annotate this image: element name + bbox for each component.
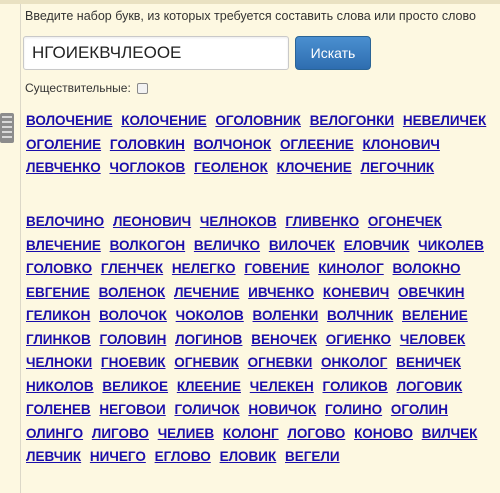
word-link[interactable]: ВЕЛЕНИЕ (402, 308, 468, 323)
letters-input[interactable] (23, 36, 289, 70)
word-list-long: ВОЛОЧЕНИЕ КОЛОЧЕНИЕ ОГОЛОВНИК ВЕЛОГОНКИ … (26, 109, 498, 180)
word-link[interactable]: НИЧЕГО (90, 449, 146, 464)
word-link[interactable]: ВИЛОЧЕК (269, 238, 335, 253)
binder-rings-icon (0, 113, 14, 143)
word-link[interactable]: КОНОВО (354, 426, 413, 441)
word-link[interactable]: ВОЛОКНО (393, 261, 461, 276)
word-link[interactable]: ВОЛЧНИК (327, 308, 393, 323)
word-link[interactable]: НЕЛЕГКО (172, 261, 236, 276)
word-link[interactable]: ВЕЛОЧИНО (26, 214, 104, 229)
word-link[interactable]: ЧОКОЛОВ (176, 308, 244, 323)
word-link[interactable]: ГОЛОВКО (26, 261, 92, 276)
word-link[interactable]: ЧЕЛИЕВ (158, 426, 214, 441)
word-link[interactable]: ОГОЛЕНИЕ (26, 137, 101, 152)
word-link[interactable]: ОГОЛИН (391, 402, 448, 417)
word-link[interactable]: ЛОГОВО (287, 426, 345, 441)
word-link[interactable]: НЕВЕЛИЧЕК (403, 113, 486, 128)
word-link[interactable]: ЧЕЛНОКОВ (200, 214, 277, 229)
word-link[interactable]: ЕЛОВЧИК (344, 238, 410, 253)
word-link[interactable]: КИНОЛОГ (318, 261, 383, 276)
word-link[interactable]: ВЛЕЧЕНИЕ (26, 238, 101, 253)
word-link[interactable]: ГЕОЛЕНОК (194, 160, 268, 175)
word-link[interactable]: ВОЛКОГОН (110, 238, 186, 253)
word-link[interactable]: НИКОЛОВ (26, 379, 94, 394)
word-link[interactable]: ЛЕЧЕНИЕ (174, 285, 239, 300)
word-link[interactable]: ГОЛОВКИН (110, 137, 185, 152)
word-link[interactable]: ГОЛИНО (325, 402, 382, 417)
word-link[interactable]: ЛЕВЧЕНКО (26, 160, 101, 175)
word-link[interactable]: ВЕЛИЧКО (194, 238, 260, 253)
word-link[interactable]: ГЛЕНЧЕК (101, 261, 163, 276)
word-link[interactable]: ЛОГИНОВ (175, 332, 242, 347)
word-link[interactable]: ЕВГЕНИЕ (26, 285, 90, 300)
word-link[interactable]: ГОЛИКОВ (323, 379, 388, 394)
word-link[interactable]: КЛОНОВИЧ (363, 137, 440, 152)
word-link[interactable]: ВОЛОЧОК (99, 308, 167, 323)
word-link[interactable]: ГЛИНКОВ (26, 332, 91, 347)
word-link[interactable]: ЕЛОВИК (220, 449, 277, 464)
word-link[interactable]: ВЕНИЧЕК (396, 355, 461, 370)
word-link[interactable]: ВОЛОЧЕНИЕ (26, 113, 113, 128)
word-link[interactable]: ЛЕОНОВИЧ (113, 214, 191, 229)
word-link[interactable]: НЕГОВОИ (99, 402, 165, 417)
search-button[interactable]: Искать (295, 36, 371, 70)
word-link[interactable]: КОЛОНГ (223, 426, 279, 441)
word-link[interactable]: ГОЛЕНЕВ (26, 402, 91, 417)
word-link[interactable]: ВОЛЧОНОК (194, 137, 272, 152)
word-link[interactable]: ВИЛЧЕК (422, 426, 478, 441)
word-link[interactable]: ВОЛЕНКИ (253, 308, 319, 323)
word-link[interactable]: КОЛОЧЕНИЕ (121, 113, 206, 128)
word-link[interactable]: ВЕГЕЛИ (285, 449, 340, 464)
word-link[interactable]: ОГОНЕЧЕК (368, 214, 442, 229)
top-bar (0, 0, 500, 4)
search-hint: Введите набор букв, из которых требуется… (25, 9, 476, 23)
word-link[interactable]: ВЕНОЧЕК (251, 332, 317, 347)
word-link[interactable]: ОГИЕНКО (326, 332, 391, 347)
word-link[interactable]: ИВЧЕНКО (248, 285, 314, 300)
word-link[interactable]: ОГНЕВКИ (248, 355, 313, 370)
word-link[interactable]: ГОЛОВИН (100, 332, 167, 347)
word-link[interactable]: ЛИГОВО (92, 426, 149, 441)
word-link[interactable]: ОГНЕВИК (174, 355, 239, 370)
word-link[interactable]: ЧЕЛНОКИ (26, 355, 92, 370)
word-link[interactable]: ОЛИНГО (26, 426, 83, 441)
word-link[interactable]: ГОЛИЧОК (175, 402, 240, 417)
word-link[interactable]: ЧЕЛОВЕК (400, 332, 465, 347)
word-link[interactable]: ЕГЛОВО (155, 449, 211, 464)
word-link[interactable]: НОВИЧОК (248, 402, 316, 417)
word-link[interactable]: ЛОГОВИК (397, 379, 463, 394)
word-link[interactable]: ГНОЕВИК (101, 355, 166, 370)
word-link[interactable]: ЛЕВЧИК (26, 449, 81, 464)
noun-filter-label: Существительные: (25, 81, 131, 95)
word-link[interactable]: КОНЕВИЧ (323, 285, 389, 300)
word-link[interactable]: ГЛИВЕНКО (285, 214, 359, 229)
word-link[interactable]: ГЕЛИКОН (26, 308, 90, 323)
word-link[interactable]: ВОЛЕНОК (99, 285, 166, 300)
word-link[interactable]: ОГОЛОВНИК (215, 113, 301, 128)
noun-checkbox[interactable] (136, 82, 148, 94)
word-link[interactable]: ГОВЕНИЕ (244, 261, 309, 276)
word-link[interactable]: ОВЕЧКИН (398, 285, 464, 300)
word-link[interactable]: ВЕЛОГОНКИ (310, 113, 394, 128)
word-link[interactable]: ЛЕГОЧНИК (361, 160, 435, 175)
word-link[interactable]: ОГЛЕЕНИЕ (280, 137, 354, 152)
word-link[interactable]: КЛЕЕНИЕ (177, 379, 241, 394)
word-link[interactable]: ОНКОЛОГ (321, 355, 387, 370)
noun-filter: Существительные: (25, 81, 148, 95)
word-link[interactable]: ЧЕЛЕКЕН (250, 379, 314, 394)
word-link[interactable]: ВЕЛИКОЕ (102, 379, 168, 394)
word-link[interactable]: ЧИКОЛЕВ (418, 238, 484, 253)
word-link[interactable]: КЛОЧЕНИЕ (277, 160, 352, 175)
word-list-short: ВЕЛОЧИНО ЛЕОНОВИЧ ЧЕЛНОКОВ ГЛИВЕНКО ОГОН… (26, 210, 498, 469)
word-link[interactable]: ЧОГЛОКОВ (109, 160, 185, 175)
